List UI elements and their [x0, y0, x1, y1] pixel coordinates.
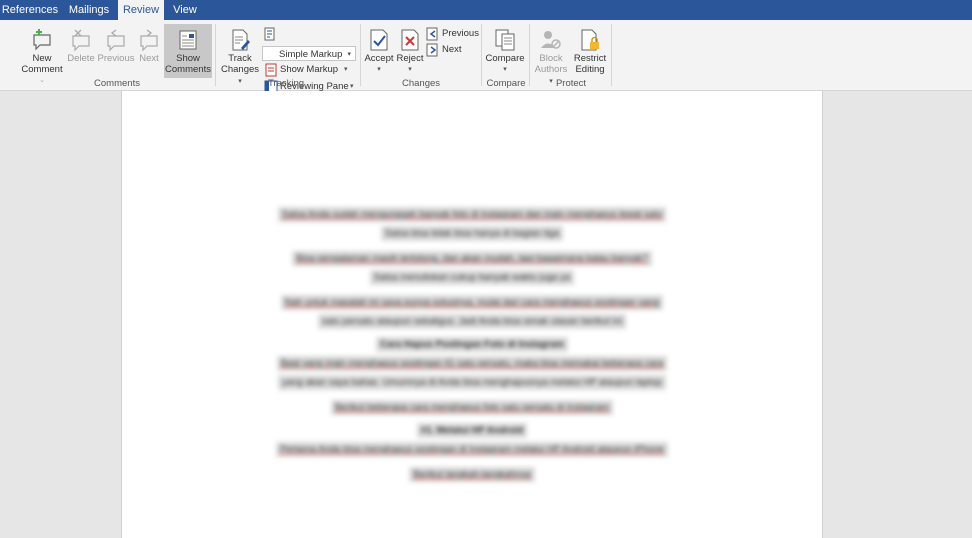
paragraph-line: Salsa menuliskan cukup banyak waktu juga…	[369, 270, 575, 285]
reject-icon	[401, 29, 419, 51]
tab-mailings[interactable]: Mailings	[62, 0, 116, 20]
paragraph-line: Berikut langkah-langkahnya	[409, 467, 535, 482]
show-markup-button[interactable]: Show Markup ▾	[264, 63, 354, 77]
restrict-editing-icon	[581, 29, 599, 51]
workspace-right-margin	[822, 91, 972, 538]
delete-comment-button[interactable]: Delete	[67, 28, 95, 64]
accept-button[interactable]: Accept ▾	[363, 28, 395, 75]
tab-view[interactable]: View	[166, 0, 204, 20]
paragraph-line: Salsa bisa tidak bisa hanya di bagian ti…	[380, 226, 564, 241]
markup-mode-select[interactable]: Simple Markup ▾	[262, 46, 356, 61]
display-for-review-icon	[264, 27, 275, 41]
accept-icon	[370, 29, 388, 51]
paragraph-line: Pertama Anda bisa menghapus postingan di…	[276, 442, 668, 457]
chevron-down-icon: ▾	[503, 66, 507, 73]
group-divider	[529, 24, 530, 86]
next-change-icon	[426, 43, 438, 57]
group-divider	[215, 24, 216, 86]
previous-change-icon	[426, 27, 438, 41]
section-heading: Cara Hapus Postingan Foto di Instagram	[376, 337, 568, 352]
next-comment-button[interactable]: Next	[137, 28, 161, 64]
previous-comment-icon	[107, 29, 125, 52]
show-comments-icon	[179, 30, 197, 50]
protect-group-label: Protect	[555, 78, 587, 89]
chevron-down-icon: ▾	[344, 66, 348, 73]
tab-references[interactable]: References	[0, 0, 60, 20]
document-page[interactable]: Salsa Anda sudah mengunggah banyak foto …	[121, 91, 823, 538]
paragraph-line: satu persatu ataupun sekaligus. Jadi And…	[318, 314, 626, 329]
ribbon: New Comment ⌄ Delete Previous Next Show …	[0, 20, 972, 109]
group-divider	[481, 24, 482, 86]
section-heading: #1. Melalui HP Android	[416, 423, 528, 438]
compare-icon	[495, 29, 515, 51]
block-authors-icon	[541, 31, 561, 49]
changes-group-label: Changes	[401, 78, 441, 89]
show-comments-button[interactable]: Show Comments	[164, 24, 212, 78]
paragraph-line: Bagi yang ingin menghapus postingan IG s…	[276, 356, 668, 371]
paragraph-line: Salsa Anda sudah mengunggah banyak foto …	[277, 207, 667, 222]
chevron-down-icon: ▾	[347, 51, 351, 58]
group-divider	[611, 24, 612, 86]
previous-change-button[interactable]: Previous	[426, 27, 479, 41]
document-body-blurred: Salsa Anda sudah mengunggah banyak foto …	[122, 205, 822, 484]
markup-mode-icon-wrap	[264, 27, 278, 41]
previous-comment-button[interactable]: Previous	[97, 28, 135, 64]
track-changes-icon	[232, 29, 250, 51]
ribbon-tab-bar: References Mailings Review View	[0, 0, 972, 21]
next-change-button[interactable]: Next	[426, 43, 476, 57]
group-divider	[360, 24, 361, 86]
paragraph-line: Bisa pengalaman masih tertolong, dan aka…	[292, 251, 652, 266]
compare-group-label: Compare	[486, 78, 526, 89]
new-comment-icon	[33, 29, 51, 51]
comments-group-label: Comments	[94, 78, 140, 89]
paragraph-line: Berikut beberapa cara menghapus foto sat…	[330, 400, 614, 415]
show-markup-icon	[265, 63, 277, 77]
restrict-editing-button[interactable]: Restrict Editing	[572, 28, 608, 75]
next-comment-icon	[140, 29, 158, 52]
tab-review[interactable]: Review	[118, 0, 164, 21]
chevron-down-icon: ▾	[377, 66, 381, 73]
workspace-left-margin	[0, 91, 121, 538]
tracking-group-label: Tracking	[267, 78, 305, 89]
compare-button[interactable]: Compare ▾	[484, 28, 526, 75]
paragraph-line: Nah untuk masalah ini saya punya solusin…	[280, 295, 664, 310]
reject-button[interactable]: Reject ▾	[396, 28, 424, 75]
chevron-down-icon: ▾	[408, 66, 412, 73]
paragraph-line: yang akan saya bahas. Umumnya di Anda bi…	[278, 375, 666, 390]
delete-comment-icon	[72, 29, 90, 52]
